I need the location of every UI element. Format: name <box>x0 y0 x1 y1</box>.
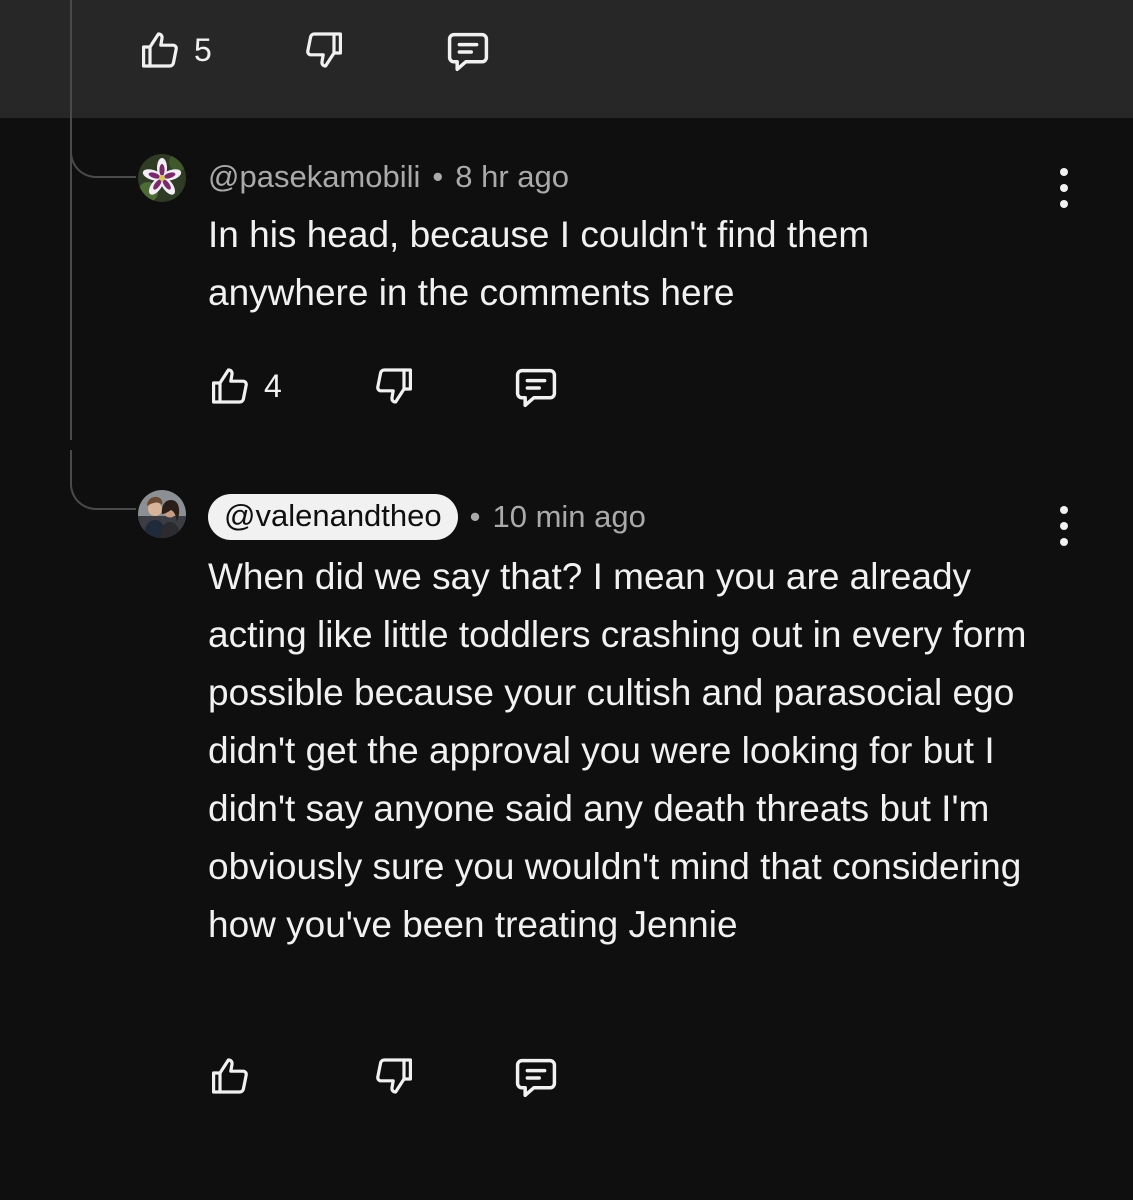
comment-meta: @pasekamobili • 8 hr ago <box>208 157 569 197</box>
like-count: 4 <box>264 368 282 404</box>
comment-timestamp[interactable]: 10 min ago <box>493 499 646 535</box>
kebab-dot <box>1060 168 1068 176</box>
thumbs-down-icon <box>376 1058 412 1094</box>
thumbs-up-icon <box>212 1058 248 1094</box>
meta-separator: • <box>469 499 481 534</box>
like-button[interactable]: 4 <box>206 362 282 410</box>
thumbs-up-icon <box>142 32 178 68</box>
dislike-button[interactable] <box>370 362 418 410</box>
like-count: 5 <box>194 32 212 68</box>
more-options-button[interactable] <box>1052 506 1076 546</box>
comment-author-handle[interactable]: @pasekamobili <box>208 159 420 195</box>
kebab-dot <box>1060 506 1068 514</box>
comment-meta: @valenandtheo • 10 min ago <box>208 493 646 541</box>
like-button[interactable] <box>206 1052 254 1100</box>
thumbs-down-icon <box>306 32 342 68</box>
kebab-dot <box>1060 200 1068 208</box>
avatar[interactable] <box>138 154 186 202</box>
parent-dislike-button[interactable] <box>300 26 348 74</box>
thread-branch <box>70 118 136 178</box>
flower-avatar-icon <box>138 154 186 202</box>
reply-icon <box>515 1058 557 1098</box>
meta-separator: • <box>432 159 444 194</box>
reply-icon <box>447 32 489 72</box>
comment-timestamp[interactable]: 8 hr ago <box>455 159 569 195</box>
kebab-dot <box>1060 522 1068 530</box>
parent-reply-button[interactable] <box>442 26 494 78</box>
kebab-dot <box>1060 538 1068 546</box>
thread-branch <box>70 450 136 510</box>
thumbs-down-icon <box>376 368 412 404</box>
avatar[interactable] <box>138 490 186 538</box>
thread-line <box>70 0 72 440</box>
couple-photo-avatar-icon <box>138 490 186 538</box>
thumbs-up-icon <box>212 368 248 404</box>
comment-text: In his head, because I couldn't find the… <box>208 214 870 313</box>
comment-text: When did we say that? I mean you are alr… <box>208 556 1027 945</box>
dislike-button[interactable] <box>370 1052 418 1100</box>
parent-like-button[interactable]: 5 <box>136 26 212 74</box>
reply-button[interactable] <box>510 362 562 414</box>
more-options-button[interactable] <box>1052 168 1076 208</box>
kebab-dot <box>1060 184 1068 192</box>
reply-icon <box>515 368 557 408</box>
comment-author-handle[interactable]: @valenandtheo <box>208 494 458 540</box>
reply-button[interactable] <box>510 1052 562 1104</box>
